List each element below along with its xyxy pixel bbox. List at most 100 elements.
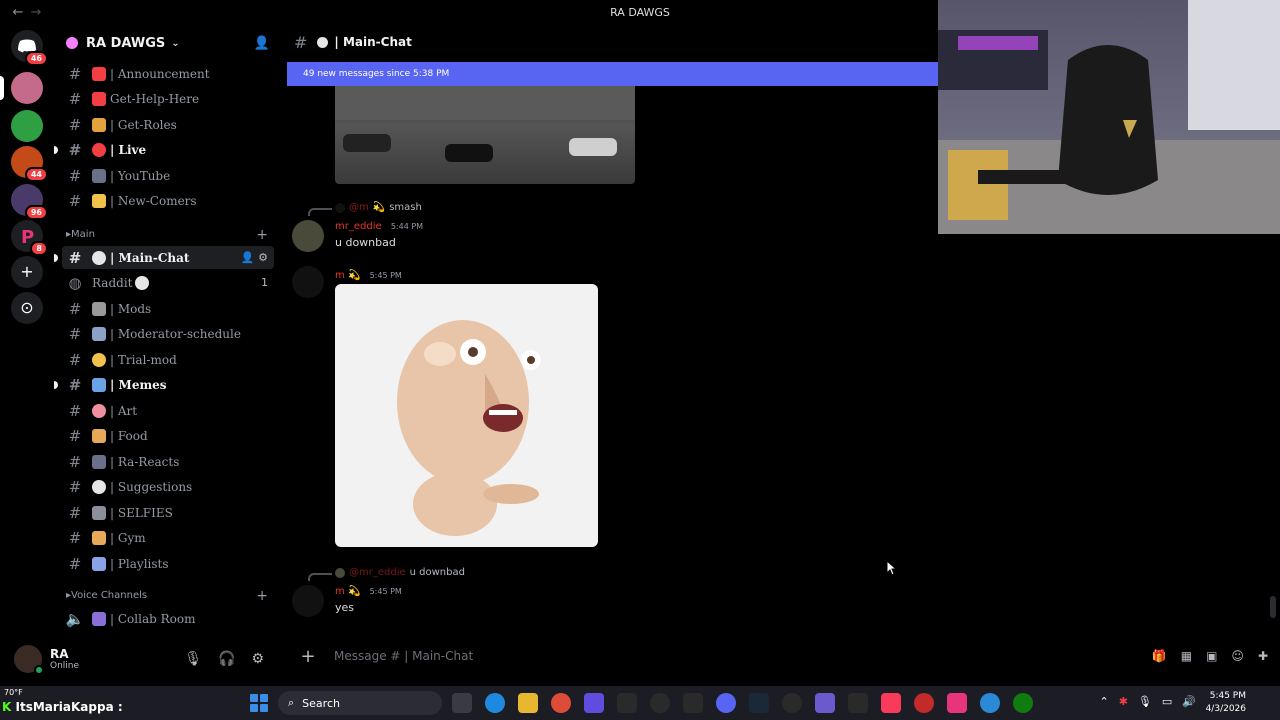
new-messages-bar[interactable]: 49 new messages since 5:38 PM	[287, 62, 939, 86]
discord-icon[interactable]	[716, 693, 736, 713]
username: RA	[50, 647, 69, 661]
message-author[interactable]: mr_eddie 5:44 PM	[335, 221, 423, 232]
capcut-icon[interactable]	[617, 693, 637, 713]
red-circle-icon	[92, 142, 106, 157]
hash-icon: #	[68, 452, 82, 471]
channel-memes[interactable]: # | Memes	[54, 373, 274, 396]
message-author[interactable]: m 💫 5:45 PM	[335, 586, 402, 597]
message-input[interactable]: Message # | Main-Chat	[334, 649, 473, 663]
obs-icon[interactable]	[650, 693, 670, 713]
weather-widget[interactable]: 70°F	[4, 688, 23, 697]
server-avatar-2[interactable]: 44	[11, 146, 48, 182]
channel-moderator-schedule[interactable]: # | Moderator-schedule	[62, 322, 274, 345]
server-header[interactable]: RA DAWGS ⌄ 👤	[54, 24, 280, 62]
file-icon[interactable]	[452, 693, 472, 713]
channel-live[interactable]: # | Live	[54, 138, 274, 161]
emoji-icon: 💫	[372, 202, 386, 213]
streamer-overlay: K ItsMariaKappa :	[2, 700, 123, 714]
tray-app-icon[interactable]: ✱	[1119, 695, 1128, 708]
message-author[interactable]: m 💫 5:45 PM	[335, 270, 402, 281]
gift-icon[interactable]: 🎁	[1152, 649, 1167, 663]
server-avatar-frog[interactable]	[11, 110, 43, 142]
hash-icon: #	[68, 191, 82, 210]
gear-icon[interactable]: ⚙	[251, 651, 264, 667]
channel-get-help-here[interactable]: # Get-Help-Here	[62, 87, 274, 110]
category-voice-channels[interactable]: ▸ Voice Channels +	[66, 588, 274, 604]
server-badge: 44	[24, 167, 48, 182]
attach-plus-icon[interactable]: +	[292, 646, 324, 667]
vpn-icon[interactable]	[584, 693, 604, 713]
channel-art[interactable]: # | Art	[62, 399, 274, 422]
display-icon[interactable]: ▭	[1162, 695, 1172, 708]
camera-icon[interactable]	[848, 693, 868, 713]
apps-icon[interactable]: ✚	[1258, 649, 1268, 663]
server-folder[interactable]: 96	[11, 184, 48, 220]
channel-playlists[interactable]: # | Playlists	[62, 552, 274, 575]
app-icon[interactable]	[947, 693, 967, 713]
avatar[interactable]	[292, 585, 324, 617]
add-channel-icon[interactable]: +	[256, 588, 268, 604]
channel-youtube[interactable]: # | YouTube	[62, 164, 274, 187]
scrollbar[interactable]	[1270, 596, 1276, 618]
category-main[interactable]: ▸ Main +	[66, 227, 274, 243]
chevron-up-icon[interactable]: ⌃	[1099, 695, 1108, 708]
reply-preview[interactable]: @mr_eddie u downbad	[335, 567, 465, 578]
user-info[interactable]: RA Online	[50, 647, 79, 671]
invite-people-icon[interactable]: 👤	[254, 36, 270, 51]
channel-settings-icons[interactable]: 👤 ⚙	[241, 251, 268, 264]
hash-icon: #	[68, 115, 82, 134]
meme-image-attachment[interactable]	[335, 284, 598, 547]
sticker-icon[interactable]: ▣	[1206, 649, 1217, 663]
taskbar-search[interactable]: ⌕ Search	[278, 691, 442, 715]
server-rail: 46 44 96 P 8 + ⊙	[0, 24, 54, 638]
channel-announcement[interactable]: # | Announcement	[62, 62, 274, 85]
server-avatar-p[interactable]: P 8	[11, 220, 48, 256]
search-label: Search	[302, 696, 340, 710]
search-icon: ⌕	[288, 696, 295, 709]
channel-new-comers[interactable]: # | New-Comers	[62, 189, 274, 212]
app-icon[interactable]	[782, 693, 802, 713]
server-badge: 96	[24, 205, 48, 220]
speech-bubble-icon	[92, 250, 106, 265]
app-icon[interactable]	[980, 693, 1000, 713]
music-icon[interactable]	[881, 693, 901, 713]
author-name: m	[335, 586, 345, 597]
channel-gym[interactable]: # | Gym	[62, 526, 274, 549]
edge-icon[interactable]	[485, 693, 505, 713]
channel-main-chat[interactable]: # | Main-Chat 👤 ⚙	[54, 246, 274, 269]
emoji-icon[interactable]: ☺	[1231, 649, 1244, 663]
epic-games-icon[interactable]	[683, 693, 703, 713]
microphone-icon[interactable]: 🎙	[184, 651, 202, 667]
reply-preview[interactable]: @m 💫 smash	[335, 202, 422, 213]
channel-trial-mod[interactable]: # | Trial-mod	[62, 348, 274, 371]
add-channel-icon[interactable]: +	[256, 227, 268, 243]
chrome-icon[interactable]	[551, 693, 571, 713]
voice-channel-collab-room[interactable]: 🔈 | Collab Room	[62, 607, 274, 630]
add-server-icon[interactable]: +	[11, 256, 43, 288]
folder-icon[interactable]	[518, 693, 538, 713]
avatar[interactable]	[292, 266, 324, 298]
gif-icon[interactable]: ▦	[1181, 649, 1192, 663]
xbox-icon[interactable]	[1013, 693, 1033, 713]
direct-messages-icon[interactable]: 46	[11, 30, 48, 66]
volume-icon[interactable]: 🔊	[1182, 695, 1196, 708]
clock[interactable]: 5:45 PM 4/3/2026	[1206, 690, 1246, 716]
headphones-icon[interactable]: 🎧	[218, 651, 235, 667]
server-avatar-ra-dawgs[interactable]	[11, 72, 43, 104]
channel-food[interactable]: # | Food	[62, 424, 274, 447]
microphone-icon[interactable]: 🎙	[1138, 695, 1152, 708]
channel-suggestions[interactable]: # | Suggestions	[62, 475, 274, 498]
avatar[interactable]	[292, 220, 324, 252]
channel-selfies[interactable]: # | SELFIES	[62, 501, 274, 524]
windows-start-icon[interactable]	[250, 694, 268, 712]
app-icon[interactable]	[914, 693, 934, 713]
controller-icon[interactable]	[815, 693, 835, 713]
channel-raddit[interactable]: ◍ Raddit 1	[62, 271, 274, 294]
channel-mods[interactable]: # | Mods	[62, 297, 274, 320]
gif-attachment[interactable]	[335, 86, 635, 184]
steam-icon[interactable]	[749, 693, 769, 713]
channel-get-roles[interactable]: # | Get-Roles	[62, 113, 274, 136]
channel-ra-reacts[interactable]: # | Ra-Reacts	[62, 450, 274, 473]
discover-compass-icon[interactable]: ⊙	[11, 292, 43, 324]
avatar[interactable]	[14, 645, 44, 675]
